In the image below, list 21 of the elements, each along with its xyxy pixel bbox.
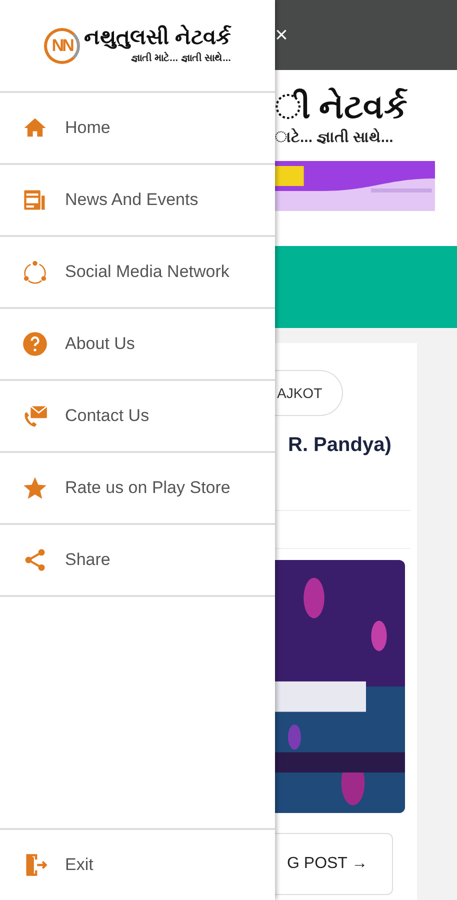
menu-item[interactable]: Social Media Network	[0, 237, 275, 309]
star-icon	[22, 475, 48, 501]
menu-item[interactable]: About Us	[0, 309, 275, 381]
post-title: R. Pandya)	[287, 433, 392, 458]
logo-mark: NN	[44, 28, 80, 64]
menu-item[interactable]: Share	[0, 525, 275, 597]
menu-item[interactable]: Contact Us	[0, 381, 275, 453]
menu-item[interactable]: News And Events	[0, 165, 275, 237]
site-title: ી નેટવર્ક	[275, 86, 408, 127]
close-glyph[interactable]: ×	[275, 24, 288, 46]
menu-item[interactable]: Rate us on Play Store	[0, 453, 275, 525]
site-tagline: ાટે... જ્ઞાતી સાથે...	[275, 127, 394, 148]
exit-item[interactable]: Exit	[0, 830, 275, 900]
app-tagline: જ્ઞાતી માટે... જ્ઞાતી સાથે...	[130, 51, 231, 66]
help-icon	[22, 331, 48, 357]
phone-mail-icon	[22, 403, 48, 429]
network-icon	[22, 259, 48, 285]
category-chip[interactable]: AJKOT	[275, 370, 343, 416]
next-post-button[interactable]: G POST →	[275, 833, 393, 896]
app-title: નથુતુલસી નેટવર્ક	[84, 24, 231, 51]
menu-item[interactable]: Home	[0, 93, 275, 165]
